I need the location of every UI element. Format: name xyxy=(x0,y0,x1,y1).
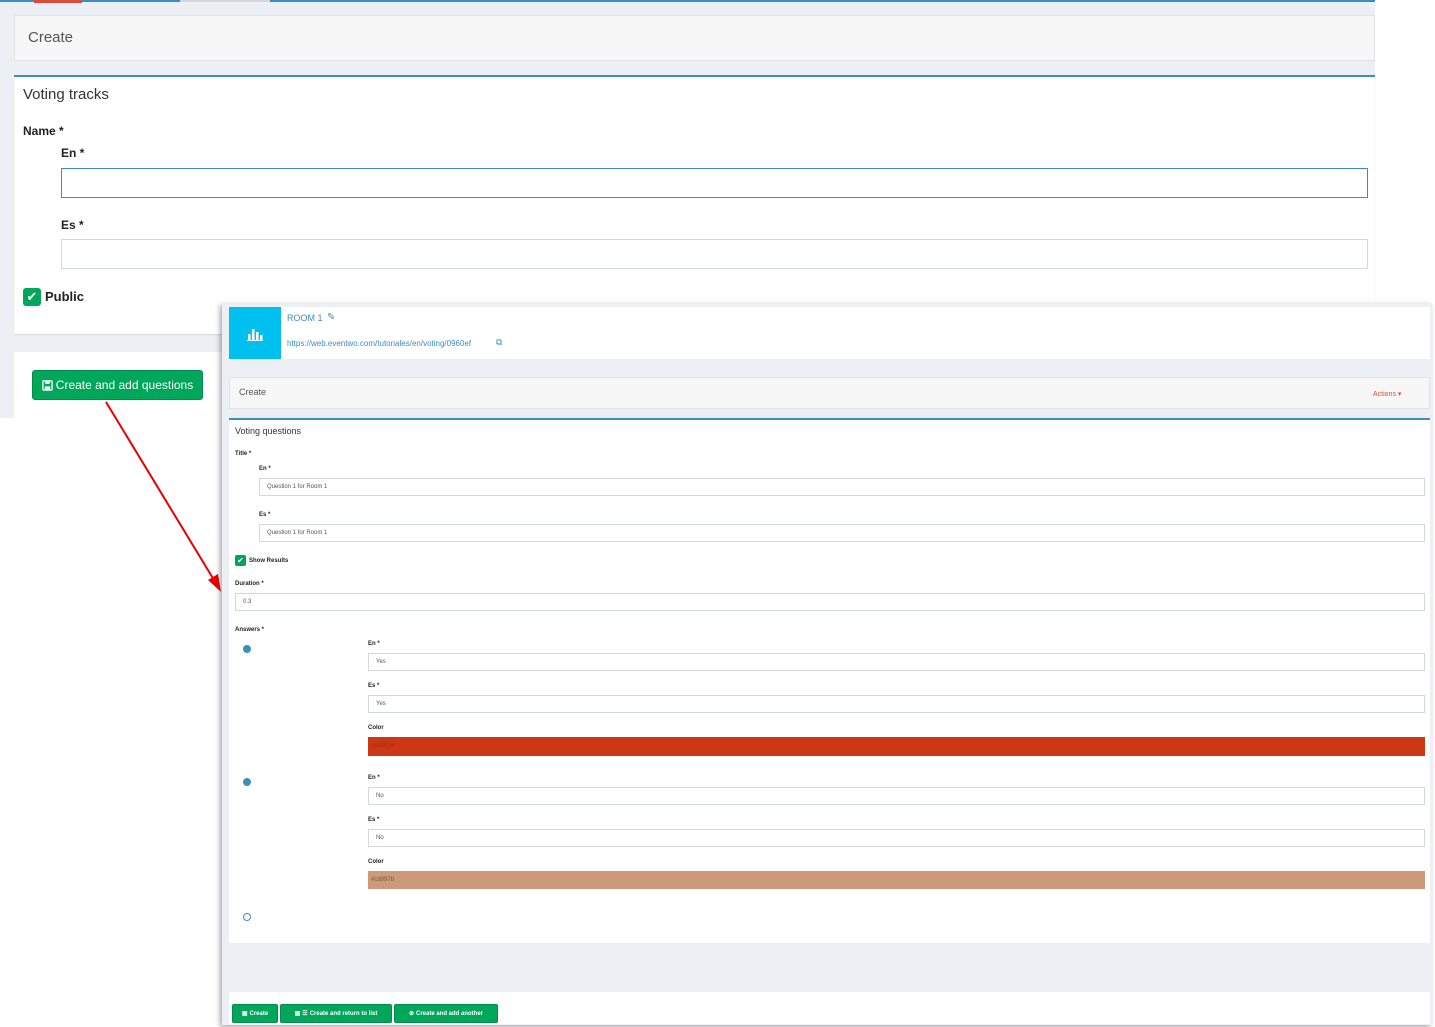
answer-color-picker[interactable]: #cd3814 xyxy=(368,737,1425,756)
check-icon: ✔ xyxy=(237,556,244,565)
bar-chart-icon xyxy=(247,329,263,341)
create-and-add-questions-button[interactable]: Create and add questions xyxy=(32,370,203,400)
create-and-add-questions-label: Create and add questions xyxy=(55,378,194,392)
create-and-add-another-label: Create and add another xyxy=(416,1010,484,1017)
name-label: Name * xyxy=(23,124,64,138)
add-answer-icon[interactable] xyxy=(243,913,251,921)
create-button-label: Create xyxy=(249,1010,269,1017)
create-and-return-label: Create and return to list xyxy=(309,1010,378,1017)
caret-down-icon: ▾ xyxy=(1397,391,1402,398)
answer-es-label: Es * xyxy=(368,817,380,823)
tab-divider xyxy=(180,0,270,2)
answer-color-label: Color xyxy=(368,859,384,865)
list-icon: ☰ xyxy=(302,1011,308,1017)
answer-en-label: En * xyxy=(368,775,380,781)
answer-en-label: En * xyxy=(368,641,380,647)
title-es-label: Es * xyxy=(259,512,271,518)
answer-color-picker[interactable]: #cd997b xyxy=(368,871,1425,889)
show-results-checkbox[interactable]: ✔ xyxy=(235,555,246,566)
form-title: Voting tracks xyxy=(23,86,109,103)
duration-label: Duration * xyxy=(235,581,264,587)
room-name: ROOM 1 xyxy=(287,313,323,323)
title-en-label: En * xyxy=(259,466,271,472)
duration-input[interactable]: 0.3 xyxy=(235,593,1425,611)
arrow-head xyxy=(208,574,221,592)
answer-color-label: Color xyxy=(368,725,384,731)
answer-es-input[interactable]: No xyxy=(368,829,1425,847)
actions-dropdown[interactable]: Actions ▾ xyxy=(1373,390,1401,398)
overlay-page-title: Create xyxy=(239,387,267,397)
arrow-line xyxy=(105,401,215,581)
answer-es-label: Es * xyxy=(368,683,380,689)
answers-label: Answers * xyxy=(235,627,265,633)
public-label: Public xyxy=(45,289,85,304)
public-checkbox[interactable]: ✔ xyxy=(23,288,41,306)
page-title: Create xyxy=(28,29,74,46)
name-en-input[interactable] xyxy=(61,168,1368,198)
remove-answer-icon[interactable] xyxy=(243,645,251,653)
title-en-input[interactable]: Question 1 for Room 1 xyxy=(259,478,1425,496)
active-tab-indicator xyxy=(34,0,82,3)
name-es-label: Es * xyxy=(61,218,84,232)
overlay-create-header xyxy=(229,377,1430,409)
plus-circle-icon: ⊕ xyxy=(408,1011,414,1017)
room-header xyxy=(229,307,1430,359)
save-icon xyxy=(42,379,53,391)
title-es-input[interactable]: Question 1 for Room 1 xyxy=(259,524,1425,542)
remove-answer-icon[interactable] xyxy=(243,778,251,786)
voting-url-link[interactable]: https://web.eventwo.com/tutoriales/en/vo… xyxy=(287,339,471,348)
save-icon: ▣ xyxy=(294,1011,301,1017)
create-and-return-button[interactable]: ▣ ☰ Create and return to list xyxy=(280,1004,392,1023)
answer-en-input[interactable]: No xyxy=(368,787,1425,805)
name-es-input[interactable] xyxy=(61,239,1368,269)
create-button[interactable]: ▣ Create xyxy=(232,1004,278,1023)
create-header-box xyxy=(14,15,1375,61)
overlay-form-box xyxy=(229,418,1430,943)
overlay-form-title: Voting questions xyxy=(235,426,302,436)
room-logo xyxy=(229,307,281,359)
pencil-icon[interactable]: ✎ xyxy=(327,312,335,323)
name-en-label: En * xyxy=(61,146,85,160)
create-and-add-another-button[interactable]: ⊕ Create and add another xyxy=(394,1004,498,1023)
answer-es-input[interactable]: Yes xyxy=(368,695,1425,713)
actions-label: Actions xyxy=(1373,391,1396,398)
check-icon: ✔ xyxy=(26,289,38,304)
title-label: Title * xyxy=(235,451,252,457)
form-box xyxy=(14,75,1375,334)
external-link-icon[interactable]: ⧉ xyxy=(496,337,502,348)
answer-en-input[interactable]: Yes xyxy=(368,653,1425,671)
save-icon: ▣ xyxy=(241,1011,248,1017)
show-results-label: Show Results xyxy=(249,558,289,564)
